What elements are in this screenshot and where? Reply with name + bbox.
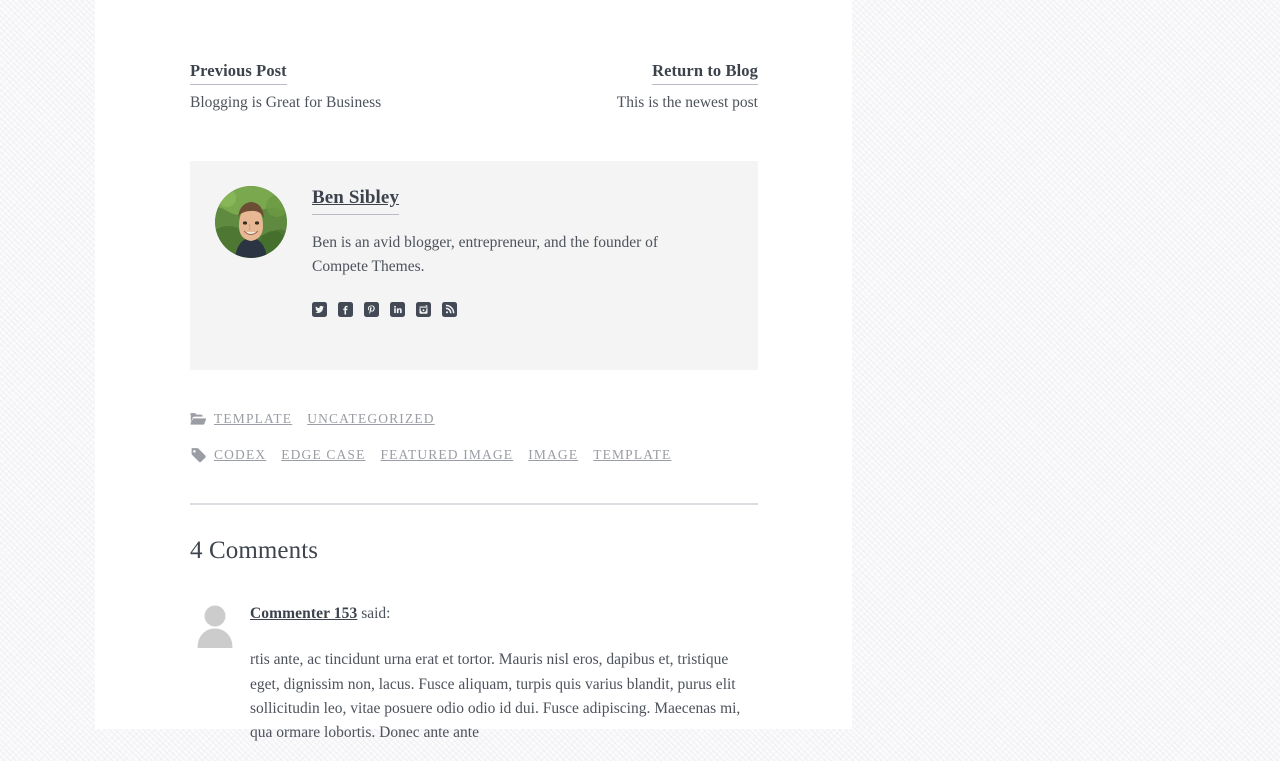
comment-said-text: said: bbox=[361, 605, 391, 622]
tag-link-featured-image[interactable]: Featured Image bbox=[380, 447, 513, 463]
facebook-icon[interactable] bbox=[338, 301, 353, 317]
author-box: Ben Sibley Ben is an avid blogger, entre… bbox=[190, 161, 758, 370]
previous-post-link[interactable]: Previous Post Blogging is Great for Busi… bbox=[190, 61, 463, 113]
return-to-blog-label[interactable]: Return to Blog bbox=[652, 61, 758, 85]
tag-link-image[interactable]: Image bbox=[528, 447, 578, 463]
tag-link-codex[interactable]: Codex bbox=[214, 447, 266, 463]
comment-text: rtis ante, ac tincidunt urna erat et tor… bbox=[250, 651, 741, 742]
next-post-status: This is the newest post bbox=[616, 93, 758, 111]
tag-link-edge-case[interactable]: Edge Case bbox=[281, 447, 365, 463]
instagram-icon[interactable] bbox=[416, 301, 431, 317]
category-link-template[interactable]: Template bbox=[214, 411, 292, 427]
return-to-blog-link[interactable]: Return to Blog This is the newest post bbox=[485, 61, 758, 113]
comment-body: Commenter 153 said: rtis ante, ac tincid… bbox=[250, 598, 758, 746]
comment-author-line: Commenter 153 said: bbox=[250, 598, 758, 623]
author-bio: Ben is an avid blogger, entrepreneur, an… bbox=[312, 233, 659, 276]
folder-open-icon bbox=[190, 411, 206, 427]
category-link-uncategorized[interactable]: Uncategorized bbox=[307, 411, 434, 427]
previous-post-label[interactable]: Previous Post bbox=[190, 61, 287, 85]
category-links: Template Uncategorized bbox=[214, 411, 435, 427]
linkedin-icon[interactable] bbox=[390, 301, 405, 317]
entry-tags: Codex Edge Case Featured Image Image Tem… bbox=[190, 447, 790, 463]
author-social-links bbox=[312, 301, 736, 317]
entry-categories: Template Uncategorized bbox=[190, 411, 790, 427]
post-footer-content: Previous Post Blogging is Great for Busi… bbox=[95, 0, 852, 741]
section-divider bbox=[190, 503, 758, 505]
post-navigation: Previous Post Blogging is Great for Busi… bbox=[190, 61, 758, 113]
rss-icon[interactable] bbox=[442, 301, 457, 317]
pinterest-icon[interactable] bbox=[364, 301, 379, 317]
tag-icon bbox=[190, 447, 206, 463]
twitter-icon[interactable] bbox=[312, 301, 327, 317]
author-details: Ben Sibley Ben is an avid blogger, entre… bbox=[312, 186, 736, 317]
author-name[interactable]: Ben Sibley bbox=[312, 187, 400, 215]
comment-author-name[interactable]: Commenter 153 bbox=[250, 605, 357, 622]
comments-heading: 4 Comments bbox=[190, 537, 319, 564]
comment-item: Commenter 153 said: rtis ante, ac tincid… bbox=[190, 598, 758, 761]
tag-links: Codex Edge Case Featured Image Image Tem… bbox=[214, 447, 671, 463]
previous-post-title[interactable]: Blogging is Great for Business bbox=[190, 93, 463, 113]
author-avatar bbox=[215, 186, 287, 258]
tag-link-template[interactable]: Template bbox=[593, 447, 671, 463]
author-box-inner: Ben Sibley Ben is an avid blogger, entre… bbox=[215, 186, 736, 317]
commenter-avatar bbox=[190, 598, 240, 648]
